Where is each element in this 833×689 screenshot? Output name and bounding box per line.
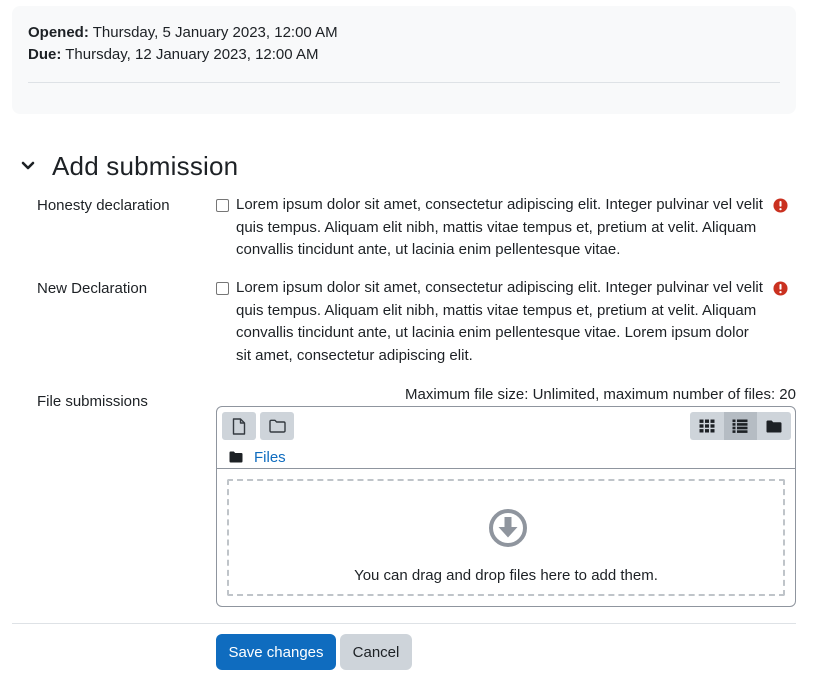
file-path-breadcrumb: Files: [229, 447, 286, 467]
add-submission-header[interactable]: Add submission: [18, 148, 238, 184]
file-manager: Files You can drag and drop files here t…: [216, 406, 796, 607]
honesty-declaration-text: Lorem ipsum dolor sit amet, consectetur …: [236, 196, 763, 258]
grid-view-button[interactable]: [690, 412, 724, 440]
files-path-link[interactable]: Files: [254, 449, 286, 466]
chevron-down-icon[interactable]: [18, 156, 38, 176]
create-folder-button[interactable]: [260, 412, 294, 440]
dates-divider: [28, 82, 780, 83]
max-file-size-info: Maximum file size: Unlimited, maximum nu…: [405, 386, 796, 403]
activity-dates: Opened: Thursday, 5 January 2023, 12:00 …: [12, 6, 796, 114]
opened-value: Thursday, 5 January 2023, 12:00 AM: [88, 24, 338, 41]
new-declaration-checkbox[interactable]: [216, 282, 229, 295]
new-declaration-label: New Declaration: [37, 280, 148, 297]
save-changes-button[interactable]: Save changes: [216, 634, 336, 670]
exclamation-circle-icon: [773, 281, 788, 296]
form-footer-divider: [12, 623, 796, 624]
view-toggle-group: [690, 412, 791, 440]
dropzone-instructions: You can drag and drop files here to add …: [354, 567, 658, 584]
opened-date: Opened: Thursday, 5 January 2023, 12:00 …: [28, 23, 338, 43]
download-arrow-icon: [489, 509, 527, 547]
tree-view-button[interactable]: [757, 412, 791, 440]
section-title: Add submission: [52, 150, 239, 181]
list-view-icon: [732, 419, 748, 433]
create-folder-icon: [268, 419, 286, 433]
honesty-declaration-label: Honesty declaration: [37, 197, 170, 214]
cancel-button[interactable]: Cancel: [340, 634, 412, 670]
due-date: Due: Thursday, 12 January 2023, 12:00 AM: [28, 45, 318, 65]
file-submissions-label: File submissions: [37, 393, 148, 410]
file-dropzone[interactable]: You can drag and drop files here to add …: [227, 479, 785, 596]
file-manager-divider: [217, 468, 795, 469]
honesty-declaration-checkbox[interactable]: [216, 199, 229, 212]
new-declaration-text: Lorem ipsum dolor sit amet, consectetur …: [236, 279, 763, 364]
grid-view-icon: [699, 419, 715, 433]
exclamation-circle-icon: [773, 198, 788, 213]
due-value: Thursday, 12 January 2023, 12:00 AM: [61, 46, 319, 63]
add-file-button[interactable]: [222, 412, 256, 440]
list-view-button[interactable]: [723, 412, 758, 440]
folder-icon: [229, 451, 243, 463]
opened-label: Opened:: [28, 24, 89, 41]
add-file-icon: [232, 417, 246, 435]
tree-view-icon: [766, 420, 782, 432]
due-label: Due:: [28, 46, 62, 63]
